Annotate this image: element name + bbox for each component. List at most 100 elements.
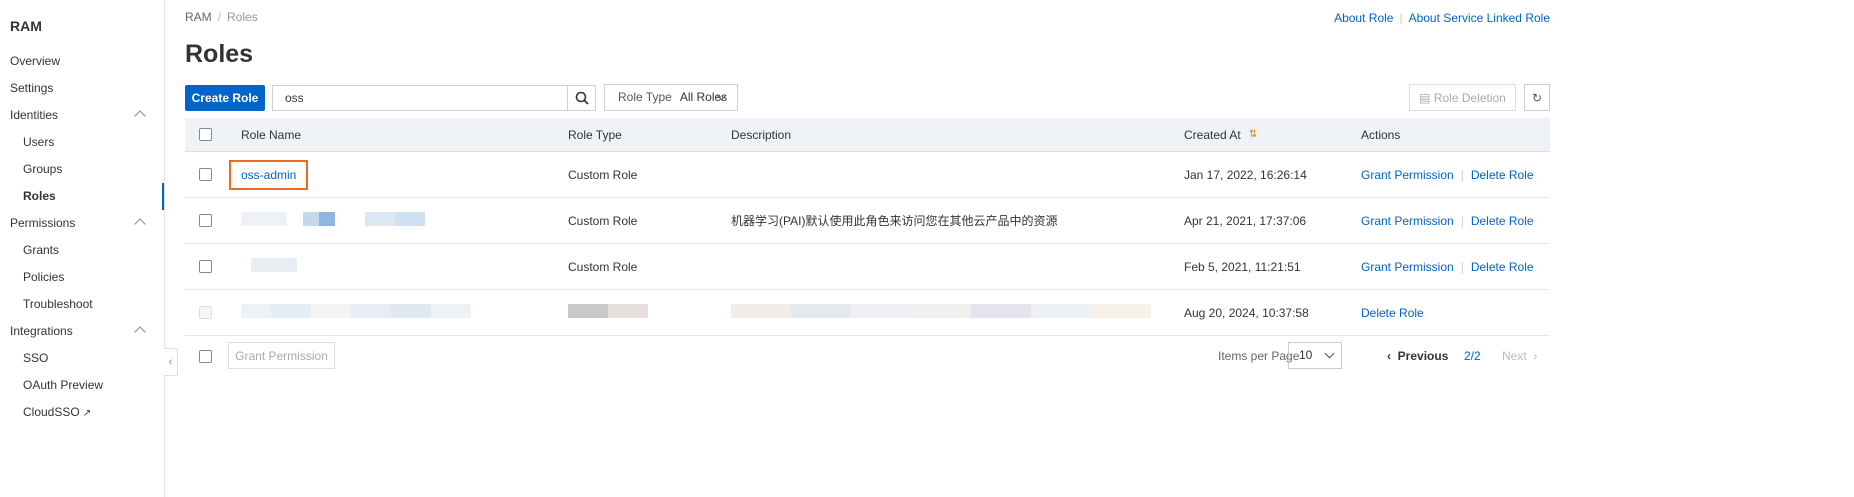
col-description: Description bbox=[731, 127, 792, 142]
row-checkbox[interactable] bbox=[199, 306, 212, 319]
sidebar-item-groups[interactable]: Groups bbox=[0, 156, 164, 183]
role-type-label: Role Type bbox=[618, 90, 672, 104]
sidebar-item-label: Users bbox=[23, 135, 55, 149]
sidebar-item-label: CloudSSO bbox=[23, 405, 80, 419]
sidebar-item-label: Policies bbox=[23, 270, 65, 284]
created-at: Jan 17, 2022, 16:26:14 bbox=[1184, 167, 1307, 182]
sidebar-item-label: SSO bbox=[23, 351, 49, 365]
breadcrumb-current: Roles bbox=[227, 10, 258, 24]
role-name-redacted bbox=[241, 304, 471, 321]
breadcrumb-ram[interactable]: RAM bbox=[185, 10, 212, 24]
table-footer: Grant Permission Items per Page 10 ‹ Pre… bbox=[185, 342, 1550, 370]
sidebar-item-label: Grants bbox=[23, 243, 60, 257]
refresh-icon: ↻ bbox=[1531, 90, 1543, 105]
sidebar-item-troubleshoot[interactable]: Troubleshoot bbox=[0, 291, 164, 318]
search-input[interactable] bbox=[273, 86, 567, 110]
page-title: Roles bbox=[185, 40, 254, 68]
delete-role-link[interactable]: Delete Role bbox=[1471, 260, 1534, 274]
create-role-button[interactable]: Create Role bbox=[185, 85, 265, 111]
sidebar-item-label: OAuth Preview bbox=[23, 378, 104, 392]
role-type-redacted bbox=[568, 304, 648, 321]
table-row: oss-admin Custom Role Jan 17, 2022, 16:2… bbox=[185, 152, 1550, 198]
col-role-type: Role Type bbox=[568, 127, 622, 142]
col-created-at[interactable]: Created At ⇅ bbox=[1184, 118, 1257, 151]
previous-page-button[interactable]: ‹ Previous bbox=[1387, 349, 1448, 363]
table-row: Custom Role 机器学习(PAI)默认使用此角色来访问您在其他云产品中的… bbox=[185, 198, 1550, 244]
row-checkbox[interactable] bbox=[199, 168, 212, 181]
external-link-icon: ↗ bbox=[82, 408, 92, 419]
next-page-button[interactable]: Next › bbox=[1502, 349, 1537, 363]
created-at: Feb 5, 2021, 11:21:51 bbox=[1184, 259, 1301, 274]
role-name-link[interactable]: oss-admin bbox=[229, 159, 309, 190]
role-type-select[interactable]: Role Type All Roles bbox=[604, 84, 738, 111]
grant-permission-link[interactable]: Grant Permission bbox=[1361, 168, 1454, 182]
role-deletion-label: Role Deletion bbox=[1433, 90, 1506, 105]
sort-icon[interactable]: ⇅ bbox=[1249, 129, 1257, 140]
page-indicator: 2/2 bbox=[1464, 349, 1481, 363]
select-all-checkbox[interactable] bbox=[199, 128, 212, 141]
sidebar-item-label: Groups bbox=[23, 162, 63, 176]
roles-table: Role Name Role Type Description Created … bbox=[185, 118, 1550, 336]
sidebar-item-policies[interactable]: Policies bbox=[0, 264, 164, 291]
sidebar-item-roles[interactable]: Roles bbox=[0, 183, 164, 210]
items-per-page-select[interactable]: 10 bbox=[1288, 342, 1342, 369]
created-at-label: Created At bbox=[1184, 127, 1241, 142]
role-name-redacted bbox=[241, 212, 425, 229]
sidebar-item-oauth-preview[interactable]: OAuth Preview bbox=[0, 372, 164, 399]
sidebar-item-settings[interactable]: Settings bbox=[0, 75, 164, 102]
table-header: Role Name Role Type Description Created … bbox=[185, 118, 1550, 152]
about-role-link[interactable]: About Role bbox=[1334, 11, 1393, 25]
sidebar-item-integrations[interactable]: Integrations bbox=[0, 318, 164, 345]
sidebar-item-label: Troubleshoot bbox=[23, 297, 93, 311]
sidebar-item-overview[interactable]: Overview bbox=[0, 48, 164, 75]
role-name-redacted bbox=[241, 258, 297, 275]
items-per-page-value: 10 bbox=[1299, 348, 1313, 362]
delete-role-link[interactable]: Delete Role bbox=[1361, 306, 1424, 320]
sidebar-item-sso[interactable]: SSO bbox=[0, 345, 164, 372]
clipboard-icon: ▤ bbox=[1419, 90, 1434, 105]
col-role-name: Role Name bbox=[241, 127, 302, 142]
row-checkbox[interactable] bbox=[199, 260, 212, 273]
breadcrumb: RAM / Roles bbox=[185, 10, 258, 24]
sidebar-item-identities[interactable]: Identities bbox=[0, 102, 164, 129]
sidebar-item-label: Integrations bbox=[10, 324, 73, 338]
search-icon[interactable] bbox=[567, 86, 595, 110]
bulk-grant-permission-button[interactable]: Grant Permission bbox=[228, 342, 335, 369]
sidebar-item-permissions[interactable]: Permissions bbox=[0, 210, 164, 237]
created-at: Apr 21, 2021, 17:37:06 bbox=[1184, 213, 1307, 228]
breadcrumb-sep: / bbox=[217, 10, 222, 24]
sidebar-item-label: Roles bbox=[23, 189, 56, 203]
sidebar-item-users[interactable]: Users bbox=[0, 129, 164, 156]
sidebar-title: RAM bbox=[10, 18, 42, 34]
chevron-up-icon bbox=[134, 326, 146, 338]
delete-role-link[interactable]: Delete Role bbox=[1471, 214, 1534, 228]
sidebar-item-grants[interactable]: Grants bbox=[0, 237, 164, 264]
table-row: Aug 20, 2024, 10:37:58 Delete Role bbox=[185, 290, 1550, 336]
sidebar-item-label: Identities bbox=[10, 108, 59, 122]
collapse-sidebar-button[interactable]: ‹ bbox=[164, 348, 178, 376]
role-type: Custom Role bbox=[568, 213, 638, 228]
sidebar-item-label: Overview bbox=[10, 54, 61, 68]
role-description-redacted bbox=[731, 304, 1151, 321]
search-box bbox=[272, 85, 596, 111]
chevron-left-icon: ‹ bbox=[1387, 349, 1398, 363]
footer-select-all-checkbox[interactable] bbox=[199, 349, 212, 363]
sidebar-item-label: Permissions bbox=[10, 216, 76, 230]
grant-permission-link[interactable]: Grant Permission bbox=[1361, 214, 1454, 228]
role-type: Custom Role bbox=[568, 167, 638, 182]
sidebar: RAM Overview Settings Identities Users Group… bbox=[0, 0, 165, 497]
role-deletion-button[interactable]: ▤ Role Deletion bbox=[1409, 84, 1516, 111]
chevron-down-icon bbox=[1324, 348, 1335, 359]
table-row: Custom Role Feb 5, 2021, 11:21:51 Grant … bbox=[185, 244, 1550, 290]
sidebar-item-cloudsso[interactable]: CloudSSO ↗ bbox=[0, 399, 164, 426]
delete-role-link[interactable]: Delete Role bbox=[1471, 168, 1534, 182]
role-type: Custom Role bbox=[568, 259, 638, 274]
grant-permission-link[interactable]: Grant Permission bbox=[1361, 260, 1454, 274]
chevron-up-icon bbox=[134, 110, 146, 122]
row-checkbox[interactable] bbox=[199, 214, 212, 227]
previous-label: Previous bbox=[1397, 349, 1449, 363]
sidebar-item-label: Settings bbox=[10, 81, 54, 95]
about-slr-link[interactable]: About Service Linked Role bbox=[1409, 11, 1550, 25]
refresh-button[interactable]: ↻ bbox=[1524, 84, 1550, 111]
next-label: Next bbox=[1502, 349, 1527, 363]
